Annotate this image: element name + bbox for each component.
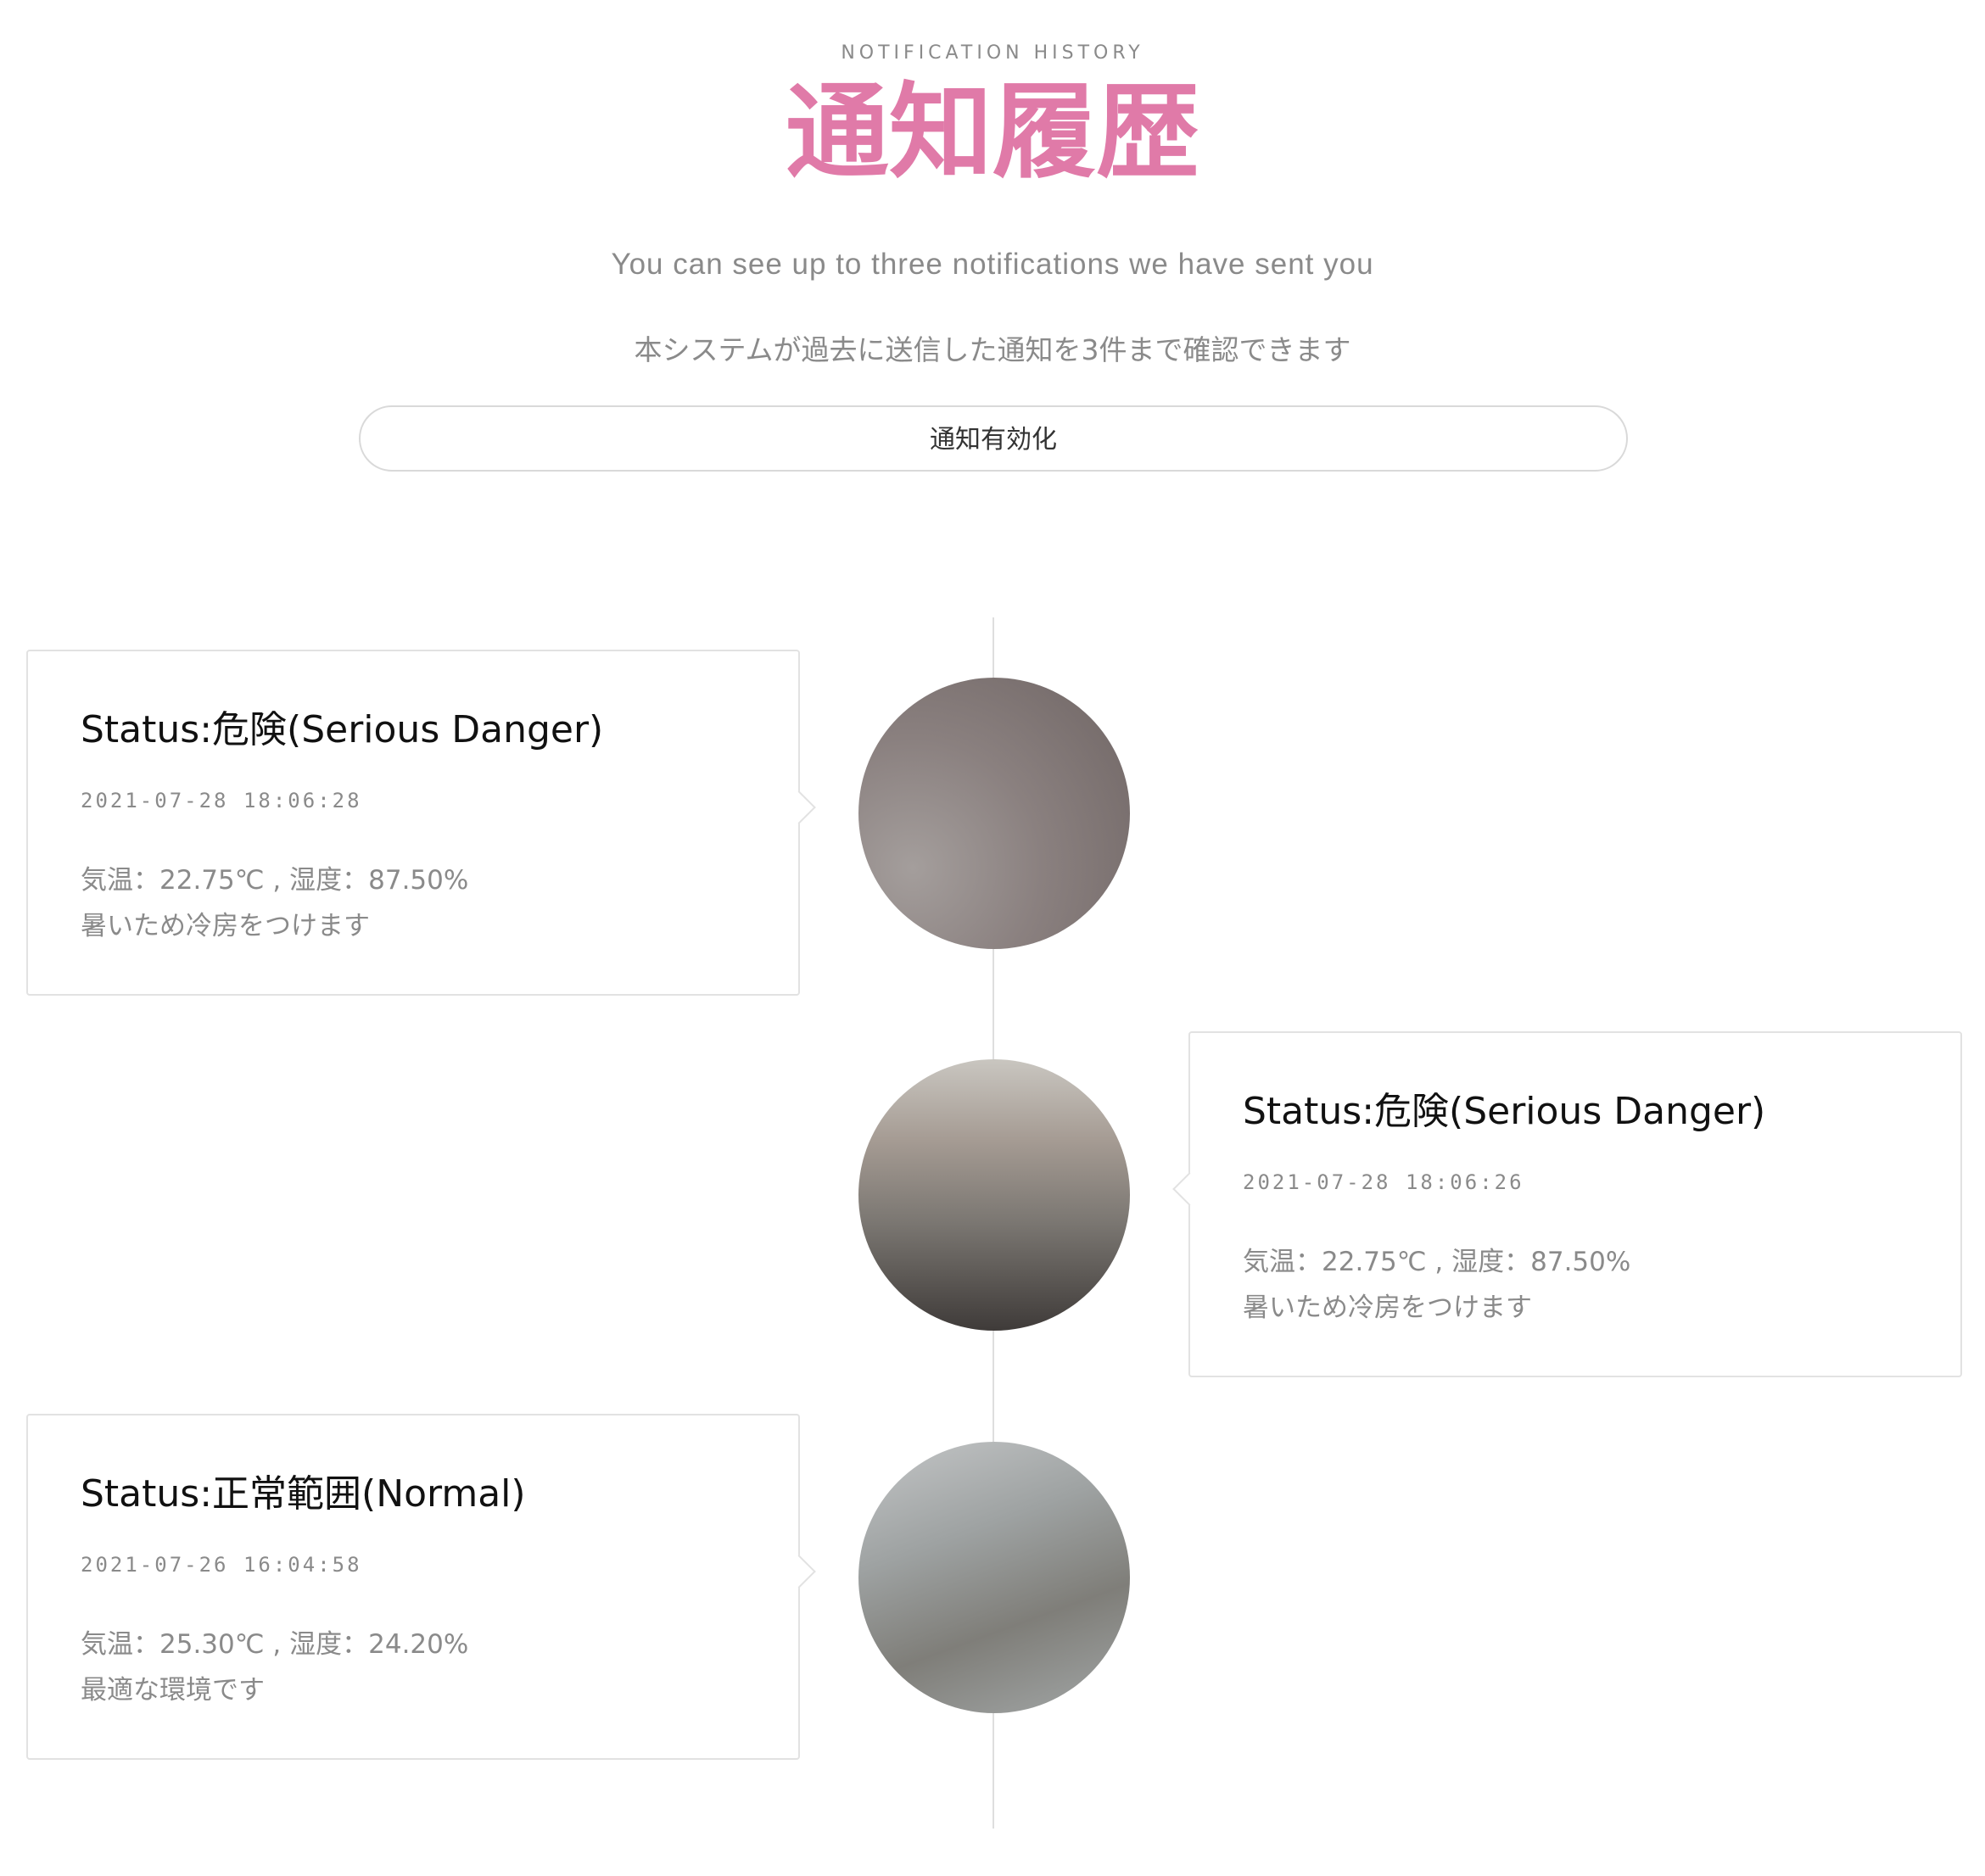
- notification-status: Status:正常範囲(Normal): [81, 1472, 526, 1516]
- notification-avatar: [858, 678, 1130, 949]
- notification-status: Status:危険(Serious Danger): [1243, 1090, 1766, 1133]
- notification-date: 2021-07-26 16:04:58: [81, 1553, 362, 1577]
- notification-card: Status:危険(Serious Danger) 2021-07-28 18:…: [1172, 1031, 1962, 1377]
- notification-reading: 気温：22.75℃ , 湿度：87.50%: [81, 865, 469, 896]
- notification-avatar: [858, 1059, 1130, 1331]
- notification-reading: 気温：25.30℃ , 湿度：24.20%: [81, 1629, 469, 1660]
- notification-date: 2021-07-28 18:06:28: [81, 789, 362, 812]
- card-pointer: [782, 790, 816, 824]
- notification-reading: 気温：22.75℃ , 湿度：87.50%: [1243, 1247, 1631, 1277]
- enable-notifications-button[interactable]: 通知有効化: [359, 405, 1628, 472]
- notification-card: Status:正常範囲(Normal) 2021-07-26 16:04:58 …: [26, 1414, 816, 1760]
- notification-date: 2021-07-28 18:06:26: [1243, 1170, 1524, 1194]
- notification-message: 暑いため冷房をつけます: [81, 911, 370, 941]
- subtitle-english: You can see up to three notifications we…: [611, 248, 1374, 281]
- card-pointer: [782, 1555, 816, 1588]
- notification-message: 暑いため冷房をつけます: [1243, 1293, 1532, 1323]
- notification-card: Status:危険(Serious Danger) 2021-07-28 18:…: [26, 650, 816, 996]
- subtitle-japanese: 本システムが過去に送信した通知を3件まで確認できます: [634, 333, 1351, 366]
- eyebrow-label: NOTIFICATION HISTORY: [841, 42, 1144, 64]
- notification-status: Status:危険(Serious Danger): [81, 708, 604, 751]
- card-pointer: [1172, 1172, 1206, 1206]
- notification-avatar: [858, 1442, 1130, 1713]
- notification-message: 最適な環境です: [81, 1675, 265, 1706]
- page-title: 通知履歴: [786, 70, 1199, 193]
